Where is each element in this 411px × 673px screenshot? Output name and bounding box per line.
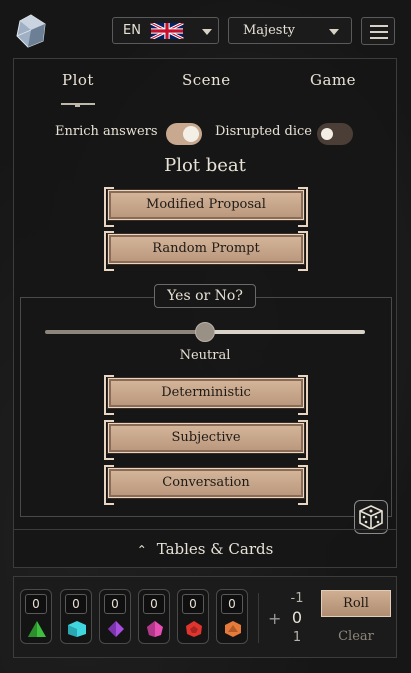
tab-game[interactable]: Game	[310, 71, 356, 89]
oracle-panel: Plot Scene Game Enrich answers Disrupted…	[13, 58, 397, 568]
dice-tray: 0 0 0 0 0 0 + -1 0 1 Roll Clear	[13, 576, 397, 658]
enrich-answers-label: Enrich answers	[55, 124, 158, 139]
d20-icon	[225, 621, 241, 637]
modifier-value: 0	[291, 608, 303, 627]
d8-icon	[108, 621, 124, 637]
die-d10[interactable]: 0	[138, 589, 170, 644]
tab-plot[interactable]: Plot	[62, 71, 94, 89]
game-system-value: Majesty	[243, 23, 296, 38]
language-select[interactable]: EN	[112, 17, 219, 44]
d6-icon	[68, 621, 86, 637]
die-count[interactable]: 0	[65, 594, 87, 614]
slider-track	[205, 330, 365, 334]
tab-scene[interactable]: Scene	[182, 71, 231, 89]
likelihood-slider[interactable]	[45, 321, 365, 342]
plot-beat-title: Plot beat	[164, 155, 246, 176]
roll-button[interactable]: Roll	[321, 590, 391, 617]
tray-divider	[258, 593, 259, 643]
toggle-knob	[321, 128, 333, 140]
die-d4[interactable]: 0	[20, 589, 52, 644]
die-count[interactable]: 0	[221, 594, 243, 614]
slider-thumb[interactable]	[195, 322, 215, 342]
chevron-down-icon	[202, 29, 212, 35]
hamburger-menu-button[interactable]	[361, 17, 395, 45]
modified-proposal-button[interactable]: Modified Proposal	[104, 187, 308, 227]
menu-line	[370, 31, 388, 33]
tables-cards-toggle[interactable]: ⌃ Tables & Cards	[14, 529, 396, 567]
disrupted-dice-toggle[interactable]	[317, 123, 353, 145]
die-d20[interactable]: 0	[216, 589, 248, 644]
d10-icon	[147, 621, 163, 637]
clear-button[interactable]: Clear	[321, 629, 391, 644]
die-d8[interactable]: 0	[99, 589, 131, 644]
die-d6[interactable]: 0	[60, 589, 92, 644]
deterministic-button[interactable]: Deterministic	[104, 375, 308, 415]
yes-no-title: Yes or No?	[154, 284, 256, 308]
game-system-select[interactable]: Majesty	[228, 17, 352, 44]
tab-bar: Plot Scene Game	[14, 59, 396, 109]
die-count[interactable]: 0	[143, 594, 165, 614]
subjective-button[interactable]: Subjective	[104, 420, 308, 460]
options-row: Enrich answers Disrupted dice	[14, 121, 396, 147]
modifier-decrement[interactable]: -1	[284, 591, 310, 606]
conversation-button[interactable]: Conversation	[104, 465, 308, 505]
chevron-down-icon	[329, 29, 339, 35]
menu-line	[370, 25, 388, 27]
likelihood-label: Neutral	[179, 348, 231, 363]
enrich-answers-toggle[interactable]	[166, 123, 202, 145]
top-bar: EN Majesty	[0, 0, 411, 58]
toggle-knob	[183, 126, 199, 142]
uk-flag-icon	[150, 23, 184, 39]
d12-icon	[186, 621, 202, 637]
chevron-up-icon: ⌃	[136, 543, 147, 557]
app-logo-icon[interactable]	[16, 14, 46, 48]
slider-track-filled	[45, 330, 205, 334]
plus-icon: +	[268, 609, 282, 628]
active-tab-indicator	[61, 103, 95, 107]
language-code: EN	[123, 23, 141, 38]
random-prompt-button[interactable]: Random Prompt	[104, 231, 308, 271]
modifier-increment[interactable]: 1	[284, 630, 310, 645]
die-count[interactable]: 0	[104, 594, 126, 614]
disrupted-dice-label: Disrupted dice	[215, 124, 312, 139]
die-count[interactable]: 0	[182, 594, 204, 614]
d4-icon	[28, 621, 46, 637]
die-count[interactable]: 0	[25, 594, 47, 614]
tables-cards-label: Tables & Cards	[156, 540, 274, 558]
die-d12[interactable]: 0	[177, 589, 209, 644]
menu-line	[370, 37, 388, 39]
